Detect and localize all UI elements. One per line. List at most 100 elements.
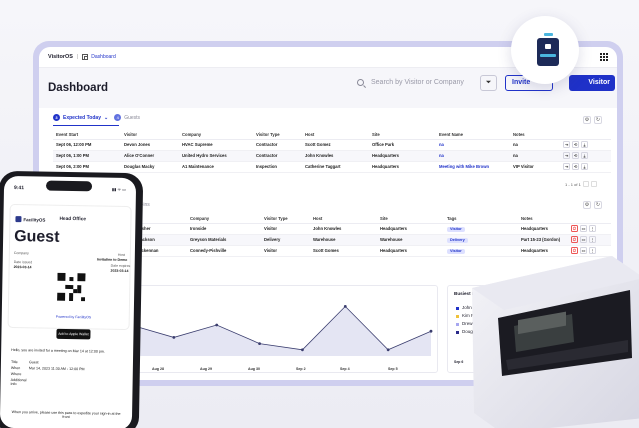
chart-point[interactable] xyxy=(215,323,219,327)
powered-by[interactable]: Powered by FacilityOS xyxy=(56,315,91,320)
more-icon[interactable]: ⋮ xyxy=(589,236,596,243)
sign-in-icon[interactable]: ⇥ xyxy=(563,163,570,170)
print-icon[interactable]: ▭ xyxy=(580,225,587,232)
tag-badge: Delivery xyxy=(447,237,468,243)
badge-printer xyxy=(472,256,639,428)
table-header-row: Company Visitor Type Host Site Tags Note… xyxy=(135,214,611,224)
apple-wallet-button[interactable]: Add to Apple Wallet xyxy=(56,328,91,340)
column-header[interactable]: Visitor Type xyxy=(261,214,310,224)
column-header[interactable]: Host xyxy=(310,214,377,224)
cell: Warehouse xyxy=(377,234,444,246)
row-actions: ⇥ ⟲ ⤓ xyxy=(560,161,611,173)
chart-point[interactable] xyxy=(343,305,347,308)
detail-label: Additional Info xyxy=(10,377,27,387)
column-header[interactable]: Company xyxy=(179,130,253,140)
table-tools: ⚙ ↻ xyxy=(580,201,602,209)
prev-page-button[interactable] xyxy=(582,181,589,187)
column-header[interactable]: Event Start xyxy=(53,130,121,140)
tab-label: Guests xyxy=(124,114,141,121)
filter-button[interactable]: ⏷ xyxy=(480,75,497,91)
search-input[interactable]: Search by Visitor or Company xyxy=(357,79,464,86)
cell: VIP Visitor xyxy=(510,161,560,173)
page-title: Dashboard xyxy=(48,82,109,94)
settings-icon[interactable]: ⚙ xyxy=(583,116,591,124)
column-header[interactable]: Event Name xyxy=(436,130,510,140)
column-header[interactable]: Visitor xyxy=(121,130,179,140)
download-icon[interactable]: ⤓ xyxy=(581,163,588,170)
office-name: Head Office xyxy=(59,216,87,223)
cell: Greyson Materials xyxy=(187,234,261,246)
chevron-down-icon[interactable]: ⌄ xyxy=(104,115,108,121)
cell: Warehouse xyxy=(310,234,377,246)
search-icon xyxy=(357,79,364,86)
pagination-label: 1 - 1 of 1 xyxy=(565,181,581,187)
tab-expected-today[interactable]: 3 Expected Today ⌄ xyxy=(53,114,108,121)
settings-icon[interactable]: ⚙ xyxy=(583,201,591,209)
x-tick-label: Aug 30 xyxy=(248,367,260,371)
add-visitor-button[interactable]: Visitor xyxy=(569,75,615,91)
table-row[interactable]: Sept 06, 2:00 PM Douglas Macky A1 Mainte… xyxy=(53,161,611,173)
row-actions: ⇥ ⟲ ⤓ xyxy=(560,150,611,162)
cell: Meeting with Mike Brown xyxy=(436,161,510,173)
column-header[interactable]: Visitor Type xyxy=(253,130,302,140)
row-actions: ⏻ ▭ ⋮ xyxy=(568,223,611,235)
chart-point[interactable] xyxy=(258,342,261,345)
tabs: 3 Expected Today ⌄ 4 Guests xyxy=(53,114,146,121)
invite-details: Title Guest When Mar 14, 2023 11:30 AM - 1… xyxy=(10,360,85,387)
table-row[interactable]: Sept 06, 12:00 PM Devon Jones HVAC Supre… xyxy=(53,139,611,151)
table-row[interactable]: Jackson Greyson Materials Delivery Wareh… xyxy=(135,234,611,246)
expiry-value: 2023-03-14 xyxy=(110,268,129,274)
cell: Douglas Macky xyxy=(121,161,179,173)
column-header[interactable]: Host xyxy=(302,130,369,140)
logo-mark xyxy=(15,216,22,223)
date-label: Date issued xyxy=(13,260,33,265)
chart-point[interactable] xyxy=(301,348,304,352)
tab-guests[interactable]: 4 Guests xyxy=(114,114,140,121)
host-label: Host xyxy=(117,252,126,257)
column-header[interactable]: Notes xyxy=(518,214,568,224)
invite-intro: Hello, you are invited for a meeting on … xyxy=(11,347,105,354)
cell: Headquarters xyxy=(377,245,444,257)
cell: na xyxy=(436,139,510,151)
cell: John Knowles xyxy=(302,150,369,162)
table-row[interactable]: Fisher Ironside Visitor John Knowles Hea… xyxy=(135,223,611,235)
cell: Delivery xyxy=(261,234,310,246)
cell: Jackson xyxy=(135,234,187,246)
cell: Visitor xyxy=(261,223,310,235)
download-icon[interactable]: ⤓ xyxy=(581,152,588,159)
sign-in-icon[interactable]: ⇥ xyxy=(563,141,570,148)
sign-out-icon[interactable]: ⏻ xyxy=(571,236,578,243)
sign-in-icon[interactable]: ⇥ xyxy=(563,152,570,159)
apps-grid-icon[interactable] xyxy=(600,53,608,61)
history-icon[interactable]: ⟲ xyxy=(572,152,579,159)
x-tick-label: Aug 29 xyxy=(200,367,212,371)
download-icon[interactable]: ⤓ xyxy=(581,141,588,148)
print-icon[interactable]: ▭ xyxy=(580,236,587,243)
brand-logo[interactable]: VisitorOS xyxy=(48,54,73,60)
pagination: 1 - 1 of 1 xyxy=(565,181,597,187)
phone-notch xyxy=(45,180,93,192)
chart-point[interactable] xyxy=(172,336,176,339)
cell: na xyxy=(436,150,510,162)
column-header[interactable]: Site xyxy=(377,214,444,224)
table-header-row: Event Start Visitor Company Visitor Type… xyxy=(53,130,611,140)
history-icon[interactable]: ⟲ xyxy=(572,163,579,170)
refresh-icon[interactable]: ↻ xyxy=(594,201,602,209)
cell: John Knowles xyxy=(310,223,377,235)
breadcrumb[interactable]: Dashboard xyxy=(91,54,115,60)
history-icon[interactable]: ⟲ xyxy=(572,141,579,148)
chart-area xyxy=(131,306,431,356)
column-header[interactable]: Notes xyxy=(510,130,560,140)
sign-out-icon[interactable]: ⏻ xyxy=(571,225,578,232)
more-icon[interactable]: ⋮ xyxy=(589,225,596,232)
next-page-button[interactable] xyxy=(590,181,597,187)
column-header[interactable]: Company xyxy=(187,214,261,224)
column-header[interactable]: Site xyxy=(369,130,436,140)
cell: Headquarters xyxy=(377,223,444,235)
table-row[interactable]: Sept 06, 1:00 PM Alice O'Conner United H… xyxy=(53,150,611,162)
refresh-icon[interactable]: ↻ xyxy=(594,116,602,124)
chart-point[interactable] xyxy=(429,329,433,333)
column-header[interactable]: Tags xyxy=(444,214,518,224)
search-placeholder: Search by Visitor or Company xyxy=(371,79,464,86)
chart-point[interactable] xyxy=(386,348,390,352)
